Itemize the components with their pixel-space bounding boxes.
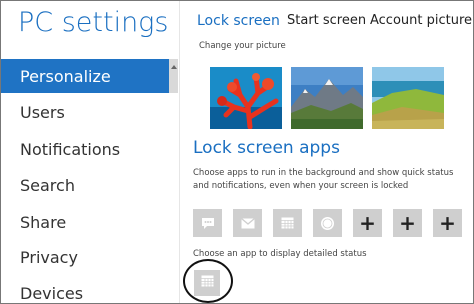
plus-icon: + <box>439 211 456 235</box>
highlight-circle-annotation <box>183 259 233 303</box>
lock-picture-thumbnail-coast[interactable] <box>372 67 444 129</box>
mail-icon <box>240 217 255 229</box>
scroll-up-arrow-icon[interactable] <box>171 65 177 69</box>
lock-app-slot-calendar[interactable] <box>273 209 302 237</box>
messaging-icon <box>201 217 215 230</box>
sidebar-item-label: Users <box>20 102 65 122</box>
sidebar-item-privacy[interactable]: Privacy <box>1 240 169 274</box>
plus-icon: + <box>359 211 376 235</box>
tab-account-picture[interactable]: Account picture <box>370 13 472 28</box>
sidebar-item-share[interactable]: Share <box>1 205 169 239</box>
sidebar-item-search[interactable]: Search <box>1 168 169 202</box>
lock-app-slot-mail[interactable] <box>233 209 262 237</box>
lock-app-slot-add-2[interactable]: + <box>393 209 422 237</box>
sidebar-item-notifications[interactable]: Notifications <box>1 132 169 166</box>
detailed-status-caption: Choose an app to display detailed status <box>193 249 367 259</box>
app-title: PC settings <box>18 7 169 38</box>
plus-icon: + <box>399 211 416 235</box>
calendar-icon <box>281 217 294 229</box>
lock-app-slot-messaging[interactable] <box>193 209 222 237</box>
lock-screen-apps-description: Choose apps to run in the background and… <box>193 168 454 191</box>
sidebar-item-personalize[interactable]: Personalize <box>1 59 169 93</box>
lock-app-slot-add-1[interactable]: + <box>353 209 382 237</box>
sidebar-item-label: Devices <box>20 283 84 303</box>
sidebar-item-label: Notifications <box>20 139 121 159</box>
sidebar-item-label: Search <box>20 175 75 195</box>
sidebar-item-devices[interactable]: Devices <box>1 276 169 303</box>
pane-divider <box>179 1 180 303</box>
sidebar-item-label: Personalize <box>20 66 111 86</box>
change-picture-caption: Change your picture <box>199 41 286 51</box>
tab-lock-screen[interactable]: Lock screen <box>197 13 280 29</box>
tab-start-screen[interactable]: Start screen <box>287 13 366 28</box>
weather-icon <box>320 216 335 231</box>
sidebar-item-label: Privacy <box>20 247 78 267</box>
lock-app-slot-add-3[interactable]: + <box>433 209 462 237</box>
sidebar-item-users[interactable]: Users <box>1 95 169 129</box>
lock-picture-thumbnail-coral[interactable] <box>210 67 282 129</box>
lock-picture-thumbnail-mountains[interactable] <box>291 67 363 129</box>
settings-window: PC settings Personalize Users Notificati… <box>0 0 474 304</box>
lock-app-slot-weather[interactable] <box>313 209 342 237</box>
lock-screen-apps-heading: Lock screen apps <box>193 138 340 158</box>
nav-pane: PC settings Personalize Users Notificati… <box>1 1 179 303</box>
sidebar-item-label: Share <box>20 212 67 232</box>
